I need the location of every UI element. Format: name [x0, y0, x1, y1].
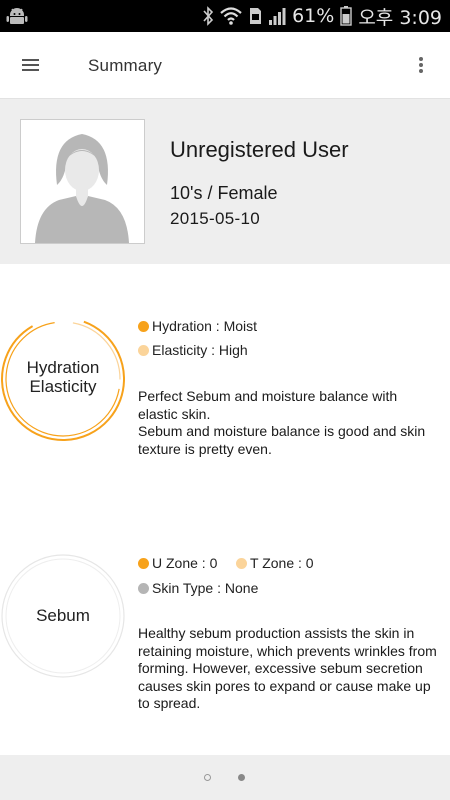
legend-hydration: Hydration : Moist — [138, 318, 257, 334]
legend-skin-type-label: Skin Type : None — [152, 580, 259, 596]
hydration-dot-icon — [138, 320, 149, 332]
bluetooth-icon — [203, 6, 214, 26]
page-indicator-1[interactable] — [204, 774, 211, 781]
legend-elasticity-label: Elasticity : High — [152, 342, 248, 358]
sebum-ring-label: Sebum — [36, 606, 90, 625]
hydration-section: Hydration Elasticity Hydration : Moist E… — [0, 300, 450, 480]
profile-card: Unregistered User 10's / Female 2015-05-… — [0, 99, 450, 264]
legend-t-zone: T Zone : 0 — [236, 555, 314, 571]
sd-card-icon — [250, 8, 262, 24]
sebum-description: Healthy sebum production assists the ski… — [138, 625, 437, 711]
signal-icon — [269, 8, 286, 25]
legend-hydration-label: Hydration : Moist — [152, 318, 258, 334]
user-name: Unregistered User — [170, 137, 349, 162]
hydration-ring-label: Hydration Elasticity — [0, 358, 126, 396]
wifi-icon — [220, 7, 242, 25]
page-indicator-2[interactable] — [238, 774, 245, 781]
hydration-description: Perfect Sebum and moisture balance with … — [138, 388, 426, 457]
more-vert-icon[interactable] — [410, 52, 432, 78]
status-bar: 61% 오후 3:09 — [0, 0, 450, 32]
user-age-gender: 10's / Female — [170, 183, 278, 203]
legend-u-zone: U Zone : 0 — [138, 555, 217, 571]
skin-type-dot-icon — [138, 582, 149, 594]
battery-percent: 61% — [292, 5, 335, 27]
female-avatar-icon — [21, 120, 144, 243]
app-bar: Summary — [0, 32, 450, 99]
ring-label-hydration: Hydration — [26, 358, 100, 377]
battery-icon — [340, 6, 353, 26]
legend-u-zone-label: U Zone : 0 — [152, 555, 218, 571]
status-time: 오후 3:09 — [358, 6, 442, 29]
u-zone-dot-icon — [138, 557, 149, 569]
user-date: 2015-05-10 — [170, 209, 260, 228]
sebum-section: Sebum U Zone : 0 T Zone : 0 Skin Type : … — [0, 545, 450, 725]
pager-bar — [0, 755, 450, 800]
avatar[interactable] — [20, 119, 145, 244]
legend-skin-type: Skin Type : None — [138, 580, 258, 596]
t-zone-dot-icon — [236, 557, 247, 569]
elasticity-dot-icon — [138, 344, 149, 356]
page-title: Summary — [88, 56, 163, 75]
legend-t-zone-label: T Zone : 0 — [250, 555, 314, 571]
ring-label-elasticity: Elasticity — [29, 377, 97, 396]
android-icon — [6, 8, 28, 24]
legend-elasticity: Elasticity : High — [138, 342, 248, 358]
hamburger-menu-icon[interactable] — [16, 52, 46, 78]
